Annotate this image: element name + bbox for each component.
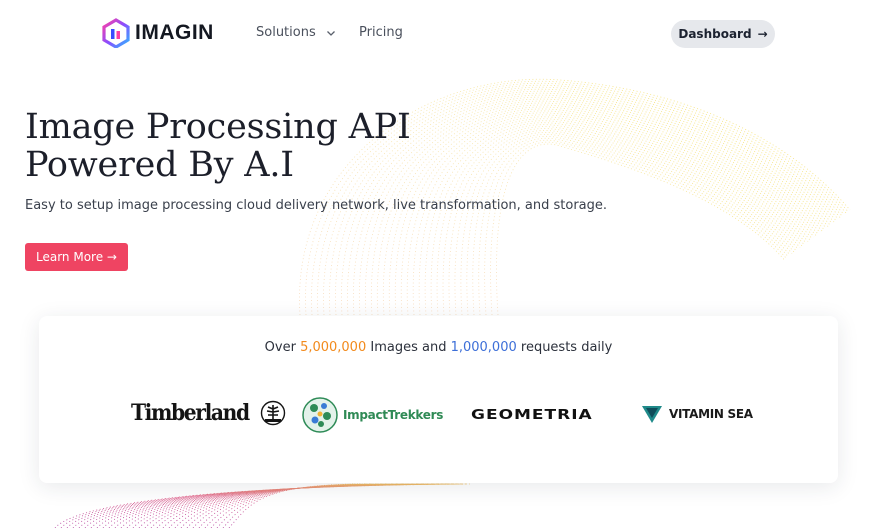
nav-solutions[interactable]: Solutions xyxy=(256,25,336,40)
globe-icon xyxy=(302,397,338,433)
partner-name-geometria: GEOMETRIA xyxy=(471,407,593,423)
partner-name-vitamin-sea: VITAMIN SEA xyxy=(669,407,753,421)
arrow-right-icon: → xyxy=(757,27,768,41)
chevron-down-icon xyxy=(326,30,335,36)
hero-title-line-2: Powered By A.I xyxy=(25,145,294,185)
triangle-icon xyxy=(642,406,662,423)
nav-pricing-label: Pricing xyxy=(359,25,403,40)
nav-solutions-label: Solutions xyxy=(256,25,316,40)
nav-pricing[interactable]: Pricing xyxy=(359,25,403,40)
partner-logo-timberland: Timberland xyxy=(131,400,286,426)
stats-prefix: Over xyxy=(264,340,301,355)
dashboard-button-label: Dashboard xyxy=(678,27,752,41)
top-navigation: IMAGIN Solutions Pricing Dashboard → xyxy=(0,0,877,68)
learn-more-button[interactable]: Learn More → xyxy=(25,243,128,271)
tree-icon xyxy=(260,400,286,426)
partner-logo-vitamin-sea: VITAMIN SEA xyxy=(641,403,753,425)
partner-name-impacttrekkers: ImpactTrekkers xyxy=(343,408,444,422)
partner-name-timberland: Timberland xyxy=(131,400,250,426)
hero-section: Image Processing API Powered By A.I Easy… xyxy=(25,108,607,213)
stats-middle: Images and xyxy=(366,340,451,355)
partner-logo-impacttrekkers: ImpactTrekkers xyxy=(301,396,443,434)
hero-title-line-1: Image Processing API xyxy=(25,107,411,147)
stats-text: Over 5,000,000 Images and 1,000,000 requ… xyxy=(39,340,838,355)
partner-logo-geometria: GEOMETRIA xyxy=(471,405,593,425)
requests-count: 1,000,000 xyxy=(450,340,517,355)
dashboard-button[interactable]: Dashboard → xyxy=(671,20,775,48)
logo[interactable]: IMAGIN xyxy=(101,18,214,48)
logo-text: IMAGIN xyxy=(135,21,214,44)
imagin-logo-icon xyxy=(102,18,130,48)
hero-title: Image Processing API Powered By A.I xyxy=(25,108,607,184)
stats-card: Over 5,000,000 Images and 1,000,000 requ… xyxy=(39,316,838,483)
images-count: 5,000,000 xyxy=(300,340,367,355)
hero-subtitle: Easy to setup image processing cloud del… xyxy=(25,198,608,213)
stats-suffix: requests daily xyxy=(516,340,613,355)
